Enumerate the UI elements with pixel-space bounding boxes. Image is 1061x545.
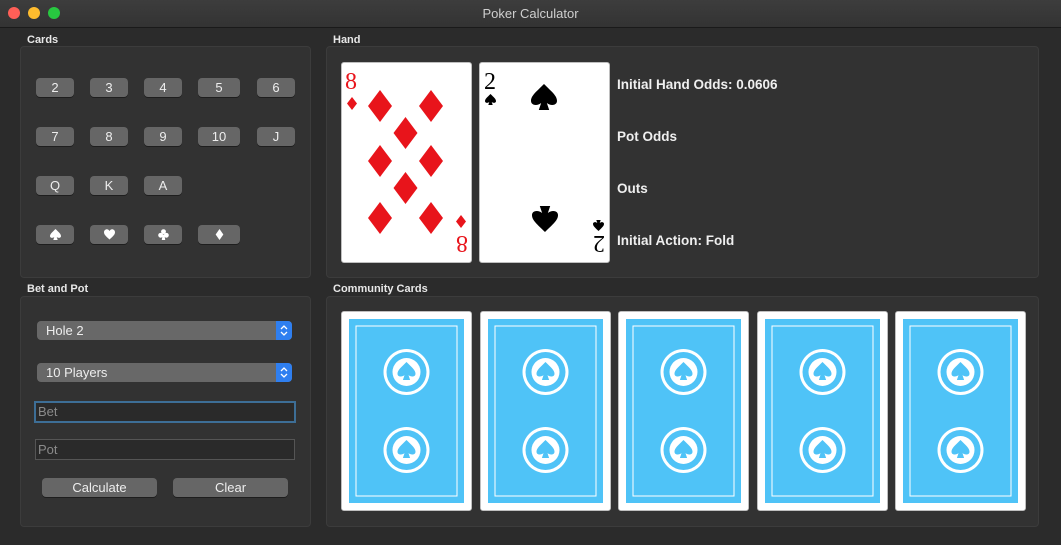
bet-and-pot-group: Hole 2 10 Players Bet Pot Calculate Clea… xyxy=(20,296,311,527)
community-card-back xyxy=(756,311,888,511)
initial-action: Initial Action: Fold xyxy=(617,233,735,248)
hole-select-value: Hole 2 xyxy=(46,323,84,338)
hole-select[interactable]: Hole 2 xyxy=(37,321,292,340)
diamond-icon xyxy=(215,229,223,240)
community-card-back xyxy=(341,311,472,511)
rank-button-j[interactable]: J xyxy=(257,127,295,146)
rank-button-2[interactable]: 2 xyxy=(36,78,74,97)
community-card-back xyxy=(895,311,1026,511)
rank-button-3[interactable]: 3 xyxy=(90,78,128,97)
suit-button-heart[interactable] xyxy=(90,225,128,244)
community-card-back xyxy=(479,311,611,511)
svg-text:2: 2 xyxy=(484,69,496,95)
svg-text:8: 8 xyxy=(456,230,468,256)
spade-icon xyxy=(49,229,61,240)
calculate-button[interactable]: Calculate xyxy=(42,478,157,497)
hand-card-1: 8 8 xyxy=(341,62,472,263)
svg-text:2: 2 xyxy=(593,230,605,256)
rank-button-4[interactable]: 4 xyxy=(144,78,182,97)
hand-section-label: Hand xyxy=(333,34,361,46)
community-card-back xyxy=(618,311,749,511)
heart-icon xyxy=(103,229,115,240)
clear-button[interactable]: Clear xyxy=(173,478,288,497)
rank-button-8[interactable]: 8 xyxy=(90,127,128,146)
svg-text:8: 8 xyxy=(345,69,357,95)
rank-button-7[interactable]: 7 xyxy=(36,127,74,146)
pot-odds: Pot Odds xyxy=(617,129,677,144)
rank-button-10[interactable]: 10 xyxy=(198,127,240,146)
bet-input[interactable]: Bet xyxy=(34,401,296,423)
suit-button-club[interactable] xyxy=(144,225,182,244)
suit-button-diamond[interactable] xyxy=(198,225,240,244)
rank-button-k[interactable]: K xyxy=(90,176,128,195)
chevron-up-down-icon xyxy=(276,321,292,340)
community-cards-section-label: Community Cards xyxy=(333,283,428,295)
cards-section-label: Cards xyxy=(27,34,59,46)
rank-button-6[interactable]: 6 xyxy=(257,78,295,97)
rank-button-a[interactable]: A xyxy=(144,176,182,195)
title-bar: Poker Calculator xyxy=(0,0,1061,28)
bet-and-pot-section-label: Bet and Pot xyxy=(27,283,89,295)
players-select[interactable]: 10 Players xyxy=(37,363,292,382)
outs: Outs xyxy=(617,181,648,196)
chevron-up-down-icon xyxy=(276,363,292,382)
window-title: Poker Calculator xyxy=(482,6,579,21)
suit-button-spade[interactable] xyxy=(36,225,74,244)
club-icon xyxy=(157,229,169,240)
cards-group: 2 3 4 5 6 7 8 9 10 J Q K A xyxy=(20,46,311,278)
initial-hand-odds: Initial Hand Odds: 0.0606 xyxy=(617,77,778,92)
hand-card-2: 2 2 xyxy=(479,62,610,263)
rank-button-q[interactable]: Q xyxy=(36,176,74,195)
rank-button-5[interactable]: 5 xyxy=(198,78,240,97)
rank-button-9[interactable]: 9 xyxy=(144,127,182,146)
pot-input[interactable]: Pot xyxy=(35,439,295,460)
players-select-value: 10 Players xyxy=(46,365,108,380)
